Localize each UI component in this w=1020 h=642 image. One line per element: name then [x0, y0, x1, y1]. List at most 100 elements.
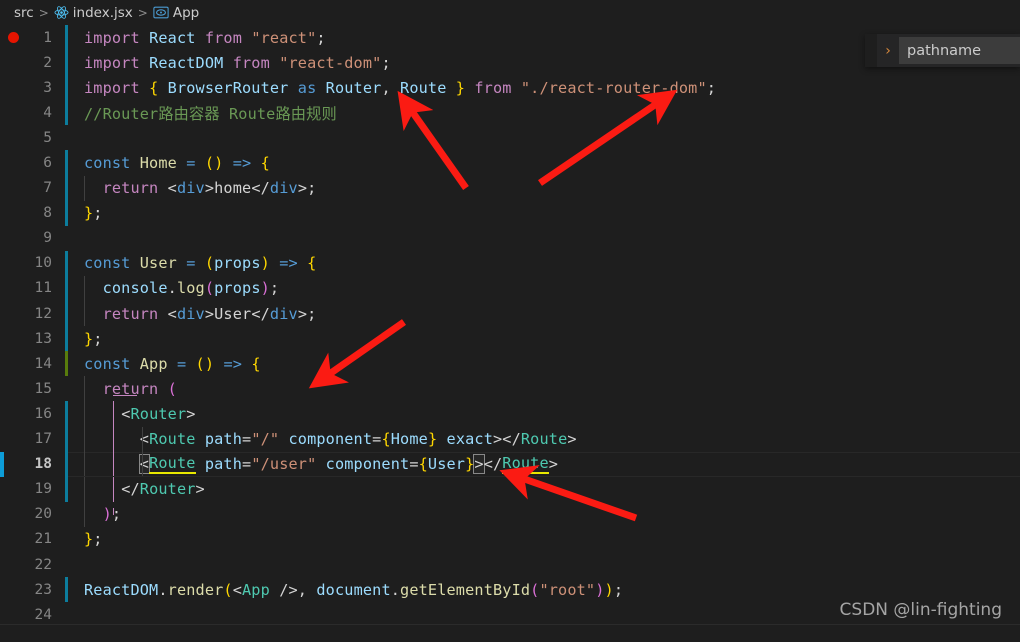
line-gutter[interactable]: 6	[0, 150, 68, 176]
line-number: 13	[34, 330, 52, 347]
indent-guide	[142, 426, 143, 452]
line-number: 11	[34, 280, 52, 297]
line-gutter[interactable]: 24	[0, 602, 68, 625]
line-number: 5	[43, 129, 52, 146]
line-number: 14	[34, 355, 52, 372]
indent-guide-active	[113, 451, 114, 477]
line-content: );	[68, 501, 1020, 527]
code-line[interactable]: 8 };	[0, 200, 1020, 226]
code-line[interactable]: 16 < Router >	[0, 401, 1020, 427]
line-gutter[interactable]: 13	[0, 326, 68, 352]
bracket-match-close: >	[473, 454, 485, 475]
breadcrumb-separator-2: >	[137, 5, 148, 20]
line-number: 17	[34, 431, 52, 448]
line-gutter[interactable]: 2	[0, 50, 68, 76]
bottom-bar	[0, 624, 1020, 642]
code-line[interactable]: 7 return < div > home </div >;	[0, 175, 1020, 201]
code-line[interactable]: 23 ReactDOM. render(< App />, document. get…	[0, 577, 1020, 603]
indent-guide	[84, 376, 85, 402]
watch-value[interactable]: pathname	[899, 37, 1020, 64]
code-line[interactable]: 12 return < div > User </div >;	[0, 301, 1020, 327]
line-content: const Home = () => {	[84, 154, 270, 173]
line-gutter[interactable]: 17	[0, 426, 68, 452]
line-gutter[interactable]: 14	[0, 351, 68, 377]
line-content: };	[84, 530, 103, 549]
debug-hover-panel[interactable]: › pathname	[865, 34, 1020, 67]
line-gutter[interactable]: 8	[0, 200, 68, 226]
code-line[interactable]: 22	[0, 552, 1020, 577]
line-gutter[interactable]: 20	[0, 502, 68, 527]
indent-guide	[84, 275, 85, 302]
line-gutter[interactable]: 12	[0, 301, 68, 327]
line-content: < Route path = "/" component ={Home} exact ><…	[68, 426, 1020, 452]
line-gutter[interactable]: 19	[0, 476, 68, 502]
line-gutter[interactable]: 22	[0, 552, 68, 577]
tag-name-close-highlighted: Route	[502, 454, 549, 475]
line-number: 4	[43, 104, 52, 121]
line-content: ReactDOM. render(< App />, document. getEle…	[84, 580, 624, 599]
code-line[interactable]: 13 };	[0, 326, 1020, 352]
code-line[interactable]: 6 const Home = () => {	[0, 150, 1020, 176]
line-content: </Router >	[68, 476, 1020, 502]
line-gutter[interactable]: 4	[0, 100, 68, 126]
line-gutter[interactable]: 1	[0, 25, 68, 51]
line-gutter[interactable]: 5	[0, 125, 68, 150]
code-line-active[interactable]: 18 < Route path = "/user" component ={User} >…	[0, 451, 1020, 477]
code-line[interactable]: 10 const User = (props) => {	[0, 250, 1020, 276]
symbol-class-icon	[153, 5, 169, 20]
indent-guide	[84, 401, 85, 427]
line-number: 15	[34, 380, 52, 397]
line-gutter[interactable]: 3	[0, 75, 68, 101]
breadcrumb-separator: >	[38, 5, 49, 20]
line-gutter[interactable]: 15	[0, 376, 68, 401]
breadcrumb-item-src[interactable]: src	[14, 5, 34, 21]
indent-guide	[84, 451, 85, 477]
code-line[interactable]: 9	[0, 226, 1020, 251]
indent-guide	[84, 301, 85, 327]
line-number: 12	[34, 305, 52, 322]
breadcrumb-label-file: index.jsx	[72, 4, 133, 21]
code-line[interactable]: 4 //Router路由容器 Route路由规则	[0, 100, 1020, 126]
line-number: 21	[34, 531, 52, 548]
code-line[interactable]: 5	[0, 125, 1020, 150]
line-gutter[interactable]: 21	[0, 527, 68, 552]
line-gutter[interactable]: 7	[0, 175, 68, 201]
line-content: const App = () => {	[84, 354, 261, 373]
line-content: const User = (props) => {	[84, 254, 317, 273]
breakpoint-icon[interactable]	[8, 32, 19, 43]
watermark-text: CSDN @lin-fighting	[839, 600, 1002, 620]
breadcrumb-item-symbol[interactable]: App	[173, 5, 199, 21]
line-gutter[interactable]: 10	[0, 250, 68, 276]
line-content: console. log(props);	[68, 275, 1020, 302]
chevron-right-icon[interactable]: ›	[877, 34, 899, 67]
line-number: 3	[43, 79, 52, 96]
line-gutter[interactable]: 9	[0, 226, 68, 251]
line-gutter[interactable]: 16	[0, 401, 68, 427]
vscode-editor-window: src > index.jsx > App 1 import React fro…	[0, 0, 1020, 642]
line-content: //Router路由容器 Route路由规则	[68, 100, 1020, 125]
line-gutter[interactable]: 18	[0, 451, 68, 477]
line-number: 7	[43, 180, 52, 197]
code-line[interactable]: 21 };	[0, 527, 1020, 552]
line-number: 1	[43, 29, 52, 46]
panel-rail	[865, 34, 877, 67]
code-line[interactable]: 17 < Route path = "/" component ={Home} exac…	[0, 426, 1020, 452]
code-line[interactable]: 20 );	[0, 501, 1020, 527]
code-line[interactable]: 11 console. log(props);	[0, 275, 1020, 302]
line-gutter[interactable]: 23	[0, 577, 68, 603]
line-number: 23	[34, 581, 52, 598]
line-content	[68, 552, 1020, 577]
line-number: 18	[34, 456, 52, 473]
breadcrumb-item-file[interactable]: index.jsx	[73, 5, 133, 21]
code-line[interactable]: 14 const App = () => {	[0, 351, 1020, 377]
breadcrumb-label-symbol: App	[172, 4, 200, 21]
line-gutter[interactable]: 11	[0, 275, 68, 302]
comment-text: //Router路由容器 Route路由规则	[84, 104, 337, 123]
indent-guide	[84, 175, 85, 201]
bracket-pair-connector	[113, 395, 137, 397]
code-line[interactable]: 19 </Router >	[0, 476, 1020, 502]
code-line[interactable]: 15 return (	[0, 376, 1020, 402]
code-line[interactable]: 3 import { BrowserRouter as Router, Rout…	[0, 75, 1020, 101]
code-editor[interactable]: 1 import React from "react"; 2 import Re…	[0, 25, 1020, 625]
line-number: 10	[34, 255, 52, 272]
